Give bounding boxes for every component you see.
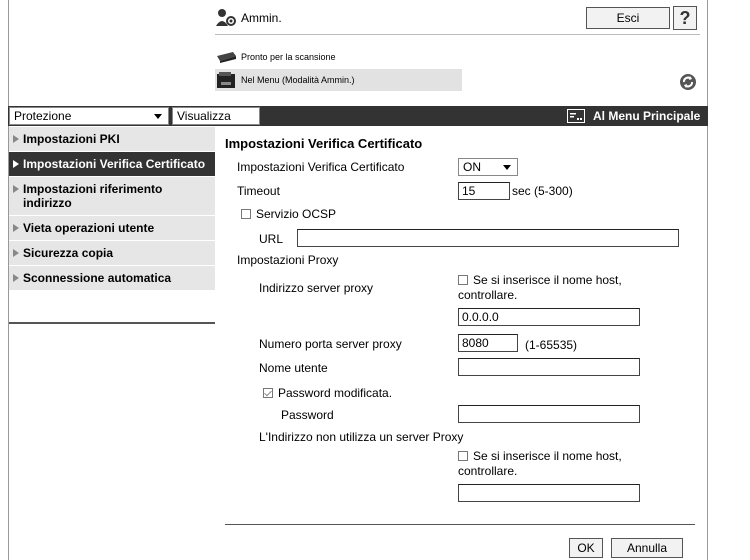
sidebar-item-address-reference[interactable]: Impostazioni riferimento indirizzo	[9, 177, 215, 216]
sidebar-item-pki[interactable]: Impostazioni PKI	[9, 127, 215, 152]
no-proxy-hostname-option[interactable]: Se si inserisce il nome host, controllar…	[458, 449, 658, 479]
password-label: Password	[281, 408, 334, 422]
timeout-unit: sec (5-300)	[512, 184, 573, 198]
mode-text: Nel Menu (Modalità Ammin.)	[241, 75, 355, 85]
refresh-icon	[680, 74, 696, 90]
mode-bar: Nel Menu (Modalità Ammin.)	[215, 69, 462, 91]
category-select[interactable]: Protezione	[9, 107, 169, 125]
proxy-hostname-checkbox[interactable]	[458, 275, 468, 285]
timeout-input[interactable]	[458, 182, 510, 200]
arrow-right-icon	[13, 160, 19, 168]
sidebar-item-label: Sconnessione automatica	[23, 271, 172, 285]
username-input[interactable]	[458, 358, 640, 376]
no-proxy-hostname-label: Se si inserisce il nome host, controllar…	[458, 449, 622, 478]
verify-value: ON	[463, 160, 481, 174]
sidebar-item-auto-logout[interactable]: Sconnessione automatica	[9, 266, 215, 291]
proxy-section-label: Impostazioni Proxy	[237, 253, 339, 267]
sidebar: Impostazioni PKI Impostazioni Verifica C…	[9, 127, 215, 291]
sidebar-item-label: Sicurezza copia	[23, 246, 114, 260]
admin-label: Ammin.	[241, 11, 282, 25]
timeout-label: Timeout	[237, 184, 280, 198]
url-label: URL	[259, 232, 284, 246]
main-menu-link[interactable]: Al Menu Principale	[567, 107, 700, 125]
scanner-icon	[217, 52, 236, 63]
proxy-hostname-option[interactable]: Se si inserisce il nome host, controllar…	[458, 273, 658, 303]
proxy-address-input[interactable]	[458, 308, 640, 326]
status-text: Pronto per la scansione	[241, 52, 336, 62]
arrow-right-icon	[13, 274, 19, 282]
ok-button[interactable]: OK	[569, 538, 603, 558]
actions-divider	[225, 524, 695, 525]
sidebar-item-restrict-user-operations[interactable]: Vieta operazioni utente	[9, 216, 215, 241]
username-label: Nome utente	[259, 361, 328, 375]
arrow-right-icon	[13, 185, 19, 193]
proxy-port-range: (1-65535)	[525, 338, 578, 352]
main-menu-label: Al Menu Principale	[593, 109, 701, 123]
arrow-right-icon	[13, 135, 19, 143]
ocsp-checkbox[interactable]	[241, 209, 251, 219]
password-changed-option[interactable]: Password modificata.	[263, 386, 392, 400]
sidebar-item-label: Impostazioni riferimento indirizzo	[23, 182, 163, 210]
sidebar-item-label: Impostazioni Verifica Certificato	[23, 157, 206, 171]
cancel-button[interactable]: Annulla	[611, 538, 683, 558]
ocsp-option[interactable]: Servizio OCSP	[241, 207, 336, 221]
sidebar-divider	[9, 322, 215, 324]
chevron-down-icon	[503, 165, 511, 170]
admin-user-icon	[216, 9, 236, 26]
ocsp-label: Servizio OCSP	[256, 207, 337, 221]
refresh-button[interactable]	[678, 72, 698, 92]
sidebar-item-label: Vieta operazioni utente	[23, 221, 155, 235]
help-button[interactable]: ?	[673, 6, 697, 30]
machine-icon	[217, 72, 235, 88]
verify-select[interactable]: ON	[458, 158, 518, 176]
no-proxy-hostname-checkbox[interactable]	[458, 451, 468, 461]
page-title: Impostazioni Verifica Certificato	[225, 136, 423, 151]
password-input[interactable]	[458, 405, 640, 423]
admin-indicator: Ammin.	[215, 8, 282, 28]
verify-label: Impostazioni Verifica Certificato	[237, 160, 405, 174]
password-changed-checkbox[interactable]	[263, 388, 273, 398]
proxy-address-label: Indirizzo server proxy	[259, 281, 374, 295]
no-proxy-input[interactable]	[458, 484, 640, 502]
arrow-right-icon	[13, 224, 19, 232]
category-value: Protezione	[14, 109, 72, 123]
sidebar-item-label: Impostazioni PKI	[23, 132, 120, 146]
url-input[interactable]	[297, 229, 679, 247]
proxy-port-label: Numero porta server proxy	[259, 337, 402, 351]
arrow-right-icon	[13, 249, 19, 257]
sidebar-item-certificate-verification[interactable]: Impostazioni Verifica Certificato	[9, 152, 215, 177]
proxy-port-input[interactable]	[458, 334, 518, 352]
sidebar-item-copy-security[interactable]: Sicurezza copia	[9, 241, 215, 266]
header-divider	[215, 34, 700, 35]
device-status: Pronto per la scansione	[215, 50, 336, 64]
chevron-down-icon	[154, 114, 162, 119]
password-changed-label: Password modificata.	[278, 386, 393, 400]
view-button[interactable]: Visualizza	[172, 107, 260, 125]
menu-screen-icon	[567, 109, 585, 123]
no-proxy-label: L'Indirizzo non utilizza un server Proxy	[259, 430, 464, 444]
proxy-hostname-label: Se si inserisce il nome host, controllar…	[458, 273, 622, 302]
logout-button[interactable]: Esci	[586, 7, 670, 29]
